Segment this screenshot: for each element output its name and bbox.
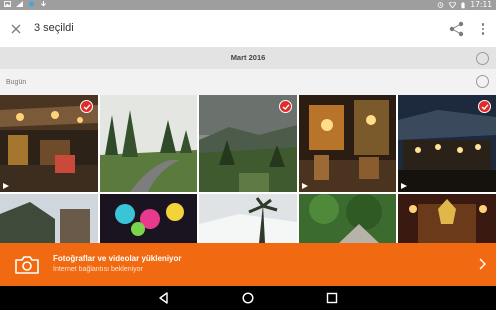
home-icon[interactable]	[241, 291, 255, 305]
cloud-icon	[28, 1, 35, 7]
back-icon[interactable]	[157, 291, 171, 305]
photo-tile[interactable]	[398, 194, 496, 243]
photo-thumbnail	[0, 194, 98, 243]
check-icon	[282, 103, 290, 110]
signal-icon	[16, 1, 23, 7]
photo-tile[interactable]	[299, 95, 396, 192]
more-vert-icon	[481, 23, 485, 35]
upload-subtitle: İnternet bağlantısı bekleniyor	[53, 266, 143, 273]
video-indicator-icon	[302, 183, 308, 189]
selection-toolbar: 3 seçildi	[0, 10, 496, 48]
video-indicator-icon	[401, 183, 407, 189]
select-month-checkbox[interactable]	[476, 52, 489, 65]
photo-tile[interactable]	[100, 95, 197, 192]
photo-thumbnail	[199, 194, 297, 243]
selected-checkmark[interactable]	[279, 100, 292, 113]
photo-tile[interactable]	[398, 95, 496, 192]
month-section-header: Mart 2016	[0, 48, 496, 69]
status-bar: 17:11	[0, 0, 496, 10]
photo-tile[interactable]	[299, 194, 396, 243]
system-nav-bar	[0, 286, 496, 310]
selected-checkmark[interactable]	[80, 100, 93, 113]
more-options-button[interactable]	[476, 19, 490, 39]
status-time: 17:11	[470, 0, 492, 9]
share-icon	[449, 21, 464, 37]
upload-title: Fotoğraflar ve videolar yükleniyor	[53, 254, 182, 263]
day-label: Bugün	[6, 79, 27, 86]
photo-thumbnail	[398, 194, 496, 243]
photo-tile[interactable]	[0, 194, 98, 243]
photo-thumbnail	[299, 95, 396, 192]
upload-status-banner[interactable]: Fotoğraflar ve videolar yükleniyor İnter…	[0, 243, 496, 286]
close-selection-button[interactable]	[6, 19, 26, 39]
photo-tile[interactable]	[100, 194, 197, 243]
select-day-checkbox[interactable]	[476, 75, 489, 88]
month-label: Mart 2016	[230, 53, 266, 62]
check-icon	[481, 103, 489, 110]
download-icon	[40, 1, 47, 7]
photo-thumbnail	[100, 95, 197, 192]
image-notification-icon	[4, 1, 11, 7]
selection-count-title: 3 seçildi	[34, 22, 74, 34]
photo-tile[interactable]	[0, 95, 98, 192]
camera-icon	[15, 256, 39, 274]
selected-checkmark[interactable]	[478, 100, 491, 113]
recents-icon[interactable]	[325, 291, 339, 305]
photo-grid	[0, 95, 496, 243]
video-indicator-icon	[3, 183, 9, 189]
photo-tile[interactable]	[199, 194, 297, 243]
photo-tile[interactable]	[199, 95, 297, 192]
check-icon	[83, 103, 91, 110]
alarm-icon	[438, 2, 444, 8]
photo-thumbnail	[299, 194, 396, 243]
chevron-right-icon	[479, 258, 486, 270]
close-icon	[11, 24, 21, 34]
photo-thumbnail	[100, 194, 197, 243]
wifi-icon	[449, 2, 457, 8]
share-button[interactable]	[447, 19, 467, 39]
battery-icon	[461, 1, 465, 8]
day-section-header: Bugün	[0, 69, 496, 95]
